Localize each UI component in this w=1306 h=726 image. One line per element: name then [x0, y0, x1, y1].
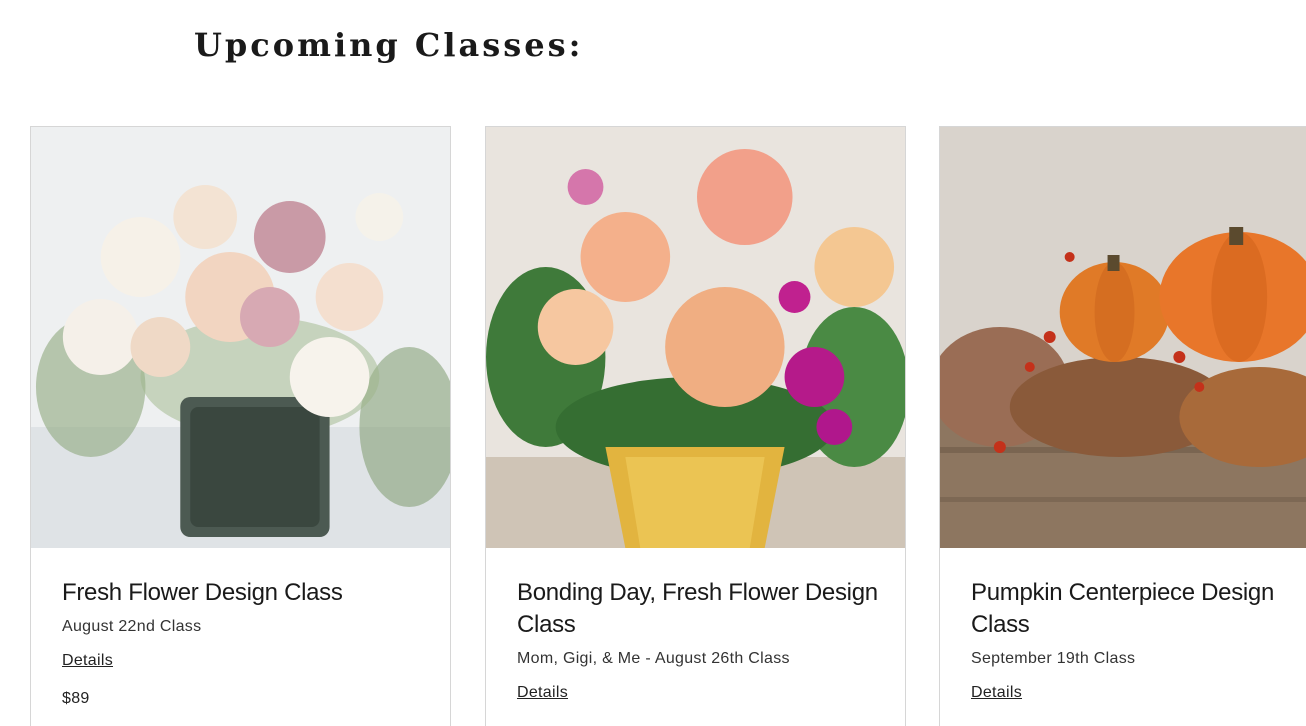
class-date: August 22nd Class — [62, 618, 202, 635]
flower-arrangement-image — [486, 127, 905, 548]
class-price: $89 — [62, 690, 90, 707]
class-date: September 19th Class — [971, 650, 1136, 667]
class-image-peach-roses[interactable] — [486, 127, 905, 548]
flower-arrangement-image — [31, 127, 450, 548]
section-heading: Upcoming Classes: — [194, 26, 584, 64]
pumpkin-arrangement-image — [940, 127, 1306, 548]
class-card[interactable]: Fresh Flower Design Class August 22nd Cl… — [30, 126, 451, 726]
class-image-white-flowers[interactable] — [31, 127, 450, 548]
details-link[interactable]: Details — [517, 681, 568, 705]
upcoming-classes-page: Upcoming Classes: Fresh Flower Design Cl… — [0, 0, 1306, 726]
details-link[interactable]: Details — [971, 681, 1022, 705]
class-title[interactable]: Bonding Day, Fresh Flower Design Class — [517, 577, 885, 641]
class-image-pumpkin-centerpiece[interactable] — [940, 127, 1306, 548]
class-date: Mom, Gigi, & Me - August 26th Class — [517, 650, 790, 667]
class-card[interactable]: Pumpkin Centerpiece Design Class Septemb… — [939, 126, 1306, 726]
class-title[interactable]: Fresh Flower Design Class — [62, 577, 430, 609]
details-link[interactable]: Details — [62, 649, 113, 673]
class-card[interactable]: Bonding Day, Fresh Flower Design Class M… — [485, 126, 906, 726]
class-title[interactable]: Pumpkin Centerpiece Design Class — [971, 577, 1299, 641]
